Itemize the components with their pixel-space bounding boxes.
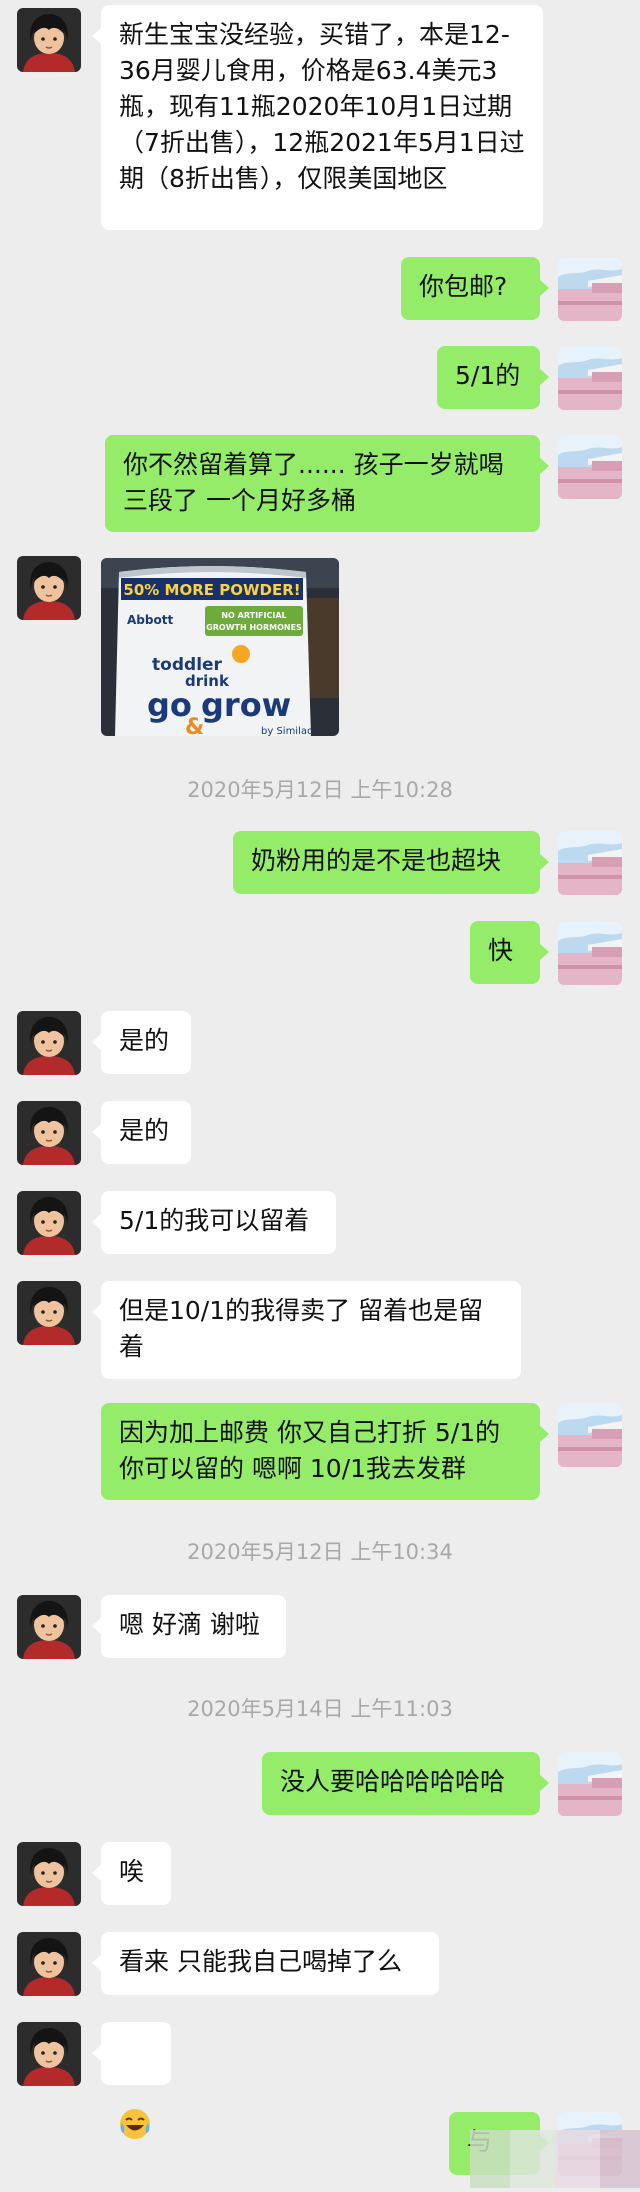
my-avatar[interactable] xyxy=(558,831,622,895)
message-bubble-incoming[interactable]: 唉 xyxy=(92,1842,171,1905)
can-similac-text: by Similac xyxy=(261,726,313,736)
contact-avatar[interactable] xyxy=(17,556,81,620)
message-bubble-incoming[interactable]: 是的 xyxy=(92,1101,191,1164)
message-bubble-incoming[interactable]: 5/1的我可以留着 xyxy=(92,1191,336,1254)
message-bubble-incoming[interactable]: 看来 只能我自己喝掉了么 xyxy=(92,1932,439,1995)
can-grow-text: grow xyxy=(201,686,291,724)
can-amp-text: & xyxy=(185,715,204,736)
contact-avatar[interactable] xyxy=(17,1595,81,1659)
contact-avatar[interactable] xyxy=(17,2022,81,2086)
contact-avatar[interactable] xyxy=(17,1011,81,1075)
my-avatar[interactable] xyxy=(558,921,622,985)
timestamp: 2020年5月14日 上午11:03 xyxy=(187,1697,453,1721)
message-bubble-incoming[interactable]: 新生宝宝没经验，买错了，本是12-36月婴儿食用，价格是63.4美元3瓶，现有1… xyxy=(92,5,543,230)
message-bubble-outgoing[interactable]: 你包邮? xyxy=(401,257,549,320)
message-bubble-incoming[interactable]: 嗯 好滴 谢啦 xyxy=(92,1595,286,1658)
my-avatar[interactable] xyxy=(558,1752,622,1816)
can-badge-text: GROWTH HORMONES xyxy=(206,623,302,632)
contact-avatar[interactable] xyxy=(17,1842,81,1906)
laughing-crying-emoji-icon xyxy=(120,2109,150,2139)
contact-avatar[interactable] xyxy=(17,1191,81,1255)
message-bubble-incoming[interactable]: 但是10/1的我得卖了 留着也是留着 xyxy=(92,1281,521,1379)
my-avatar[interactable] xyxy=(558,1403,622,1467)
my-avatar[interactable] xyxy=(558,435,622,499)
message-bubble-outgoing[interactable]: 没人要哈哈哈哈哈哈 xyxy=(262,1752,549,1815)
message-bubble-outgoing[interactable]: 5/1的 xyxy=(437,346,549,409)
can-brand-text: Abbott xyxy=(127,613,173,627)
timestamp: 2020年5月12日 上午10:28 xyxy=(187,778,453,802)
contact-avatar[interactable] xyxy=(17,1932,81,1996)
formula-can-photo[interactable]: 50% MORE POWDER! Abbott NO ARTIFICIAL GR… xyxy=(101,558,339,736)
contact-avatar[interactable] xyxy=(17,1281,81,1345)
timestamp: 2020年5月12日 上午10:34 xyxy=(187,1540,453,1564)
message-bubble-outgoing[interactable]: 奶粉用的是不是也超块 xyxy=(233,831,549,894)
message-bubble-incoming[interactable]: 是的 xyxy=(92,1011,191,1074)
can-badge-text: NO ARTIFICIAL xyxy=(221,611,286,620)
my-avatar[interactable] xyxy=(558,346,622,410)
message-bubble-outgoing[interactable]: 因为加上邮费 你又自己打折 5/1的你可以留的 嗯啊 10/1我去发群 xyxy=(101,1403,549,1500)
contact-avatar[interactable] xyxy=(17,8,81,72)
mosaic-overlay xyxy=(470,2130,640,2188)
can-banner-text: 50% MORE POWDER! xyxy=(123,581,300,599)
message-bubble-outgoing[interactable]: 快 xyxy=(470,921,549,984)
message-bubble-incoming[interactable] xyxy=(92,2022,171,2139)
message-bubble-outgoing[interactable]: 你不然留着算了...... 孩子一岁就喝三段了 一个月好多桶 xyxy=(105,435,549,532)
my-avatar[interactable] xyxy=(558,257,622,321)
contact-avatar[interactable] xyxy=(17,1101,81,1165)
